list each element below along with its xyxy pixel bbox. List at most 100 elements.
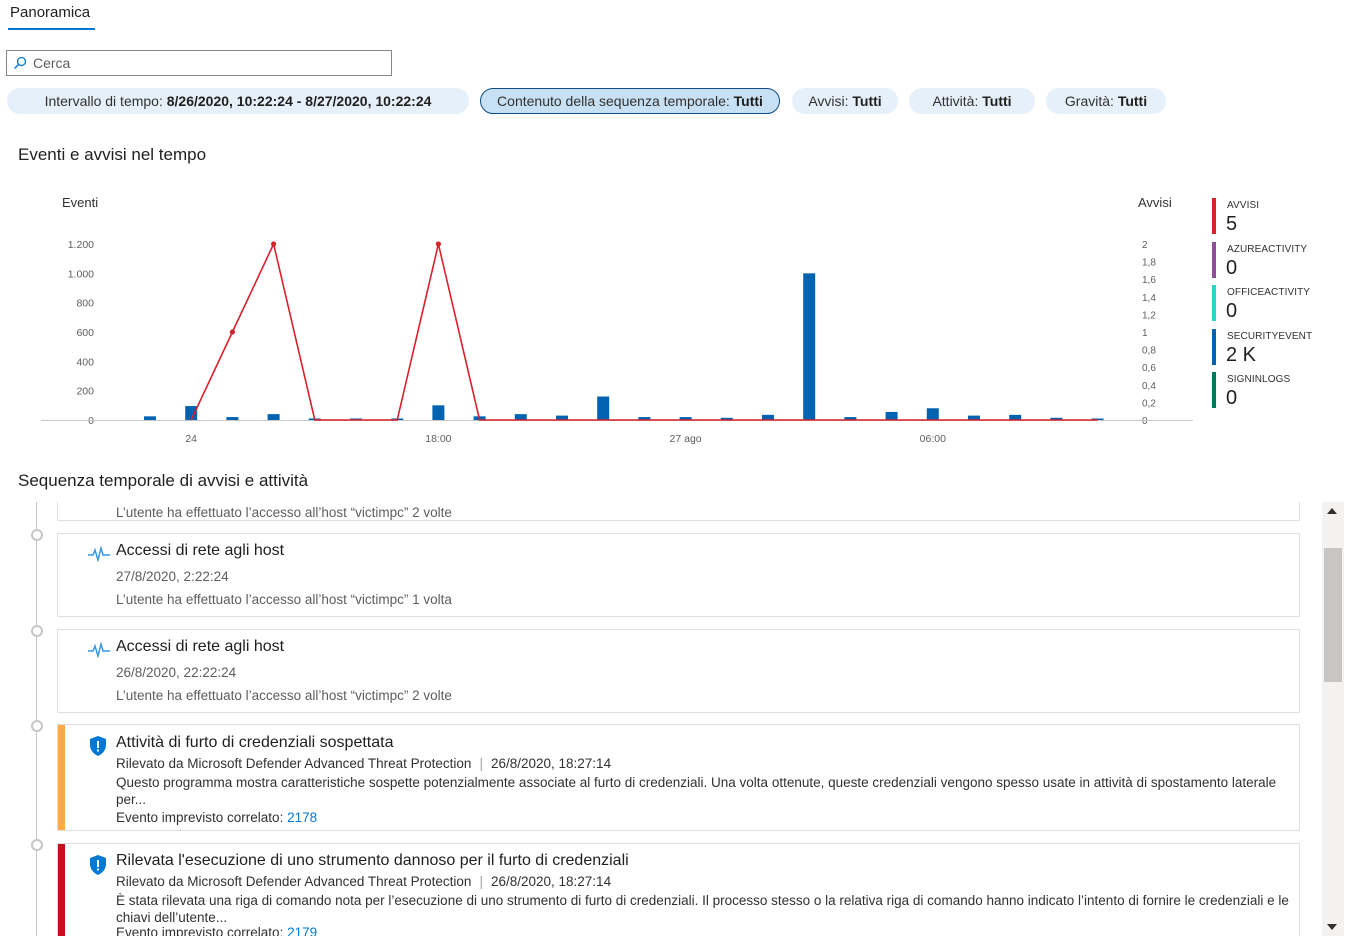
timeline-card-activity[interactable]: Accessi di rete agli host 27/8/2020, 2:2… <box>57 533 1300 617</box>
filter-severity[interactable]: Gravità: Tutti <box>1046 88 1166 114</box>
legend-item-avvisi[interactable]: AVVISI 5 <box>1212 198 1342 238</box>
x-tick-label: 18:00 <box>425 433 451 445</box>
line-avvisi <box>190 241 1098 421</box>
bar-securityevent <box>597 396 610 420</box>
line-marker-avvisi <box>271 241 277 247</box>
card-correlated: Evento imprevisto correlato: 2178 <box>116 810 317 825</box>
timeline-card-activity[interactable]: Accessi di rete agli host 26/8/2020, 22:… <box>57 629 1300 713</box>
legend-color-swatch <box>1212 328 1216 365</box>
bar-securityevent <box>226 417 239 420</box>
card-title: Rilevata l'esecuzione di uno strumento d… <box>116 852 629 869</box>
card-source: Rilevato da Microsoft Defender Advanced … <box>116 874 472 889</box>
filter-activities[interactable]: Attività: Tutti <box>909 88 1035 114</box>
filter-label: Intervallo di tempo: <box>44 93 167 109</box>
timeline-list[interactable]: L’utente ha effettuato l’accesso all’hos… <box>0 502 1322 936</box>
bar-securityevent <box>803 273 816 420</box>
filter-value: Tutti <box>733 93 763 109</box>
y2-tick-label: 1,8 <box>1142 258 1156 269</box>
y-tick-label: 800 <box>76 298 94 310</box>
card-description: Questo programma mostra caratteristiche … <box>116 775 1277 807</box>
timeline-card-alert[interactable]: Attività di furto di credenziali sospett… <box>57 724 1300 831</box>
legend-color-swatch <box>1212 285 1216 321</box>
events-alerts-chart: EventiAvvisi02004006008001.0001.20000,20… <box>41 195 1193 445</box>
tab-panoramica[interactable]: Panoramica <box>10 4 90 21</box>
bar-securityevent <box>432 405 445 420</box>
card-description: L’utente ha effettuato l’accesso all’hos… <box>116 505 452 520</box>
search-box[interactable] <box>6 50 392 76</box>
timeline-section-title: Sequenza temporale di avvisi e attività <box>18 471 309 490</box>
y-tick-label: 200 <box>76 386 94 398</box>
filter-label: Contenuto della sequenza temporale: <box>497 93 734 109</box>
correlated-label: Evento imprevisto correlato: <box>116 925 288 936</box>
timeline-dot <box>31 625 43 637</box>
filter-value: Tutti <box>852 93 882 109</box>
y-tick-label: 600 <box>76 327 94 339</box>
legend-name: AZUREACTIVITY <box>1227 243 1308 255</box>
y2-tick-label: 0,8 <box>1142 346 1156 357</box>
scroll-up-arrow-icon[interactable] <box>1327 508 1337 514</box>
x-tick-label: 24 <box>185 433 197 445</box>
card-description: È stata rilevata una riga di comando not… <box>116 893 1289 925</box>
card-correlated: Evento imprevisto correlato: 2179 <box>116 925 317 936</box>
legend-value: 0 <box>1226 300 1238 322</box>
legend-color-swatch <box>1212 198 1216 234</box>
timeline-scrollbar[interactable] <box>1322 502 1344 936</box>
bar-securityevent <box>926 408 939 420</box>
legend-value: 0 <box>1226 256 1238 279</box>
active-tab-indicator <box>8 28 95 30</box>
x-tick-label: 27 ago <box>670 433 702 445</box>
filter-alerts[interactable]: Avvisi: Tutti <box>792 88 898 114</box>
card-title: Accessi di rete agli host <box>116 542 285 559</box>
legend-value: 2 K <box>1226 343 1257 366</box>
legend-color-swatch <box>1212 241 1216 278</box>
filter-label: Avvisi: <box>808 93 853 109</box>
filter-value: Tutti <box>982 93 1012 109</box>
card-timestamp: 26/8/2020, 18:27:14 <box>490 756 612 771</box>
filter-time-range[interactable]: Intervallo di tempo: 8/26/2020, 10:22:24… <box>7 88 469 114</box>
legend-name: SECURITYEVENT <box>1227 330 1313 342</box>
y-tick-label: 1.000 <box>68 268 94 280</box>
scroll-thumb[interactable] <box>1324 548 1342 682</box>
scroll-down-arrow-icon[interactable] <box>1327 924 1337 930</box>
search-input[interactable] <box>33 53 383 73</box>
filter-label: Gravità: <box>1064 93 1118 109</box>
y2-axis-title: Avvisi <box>1138 195 1172 210</box>
bar-securityevent <box>144 416 156 420</box>
card-description: L’utente ha effettuato l’accesso all’hos… <box>116 688 452 703</box>
card-title: Accessi di rete agli host <box>116 638 285 655</box>
legend-value: 0 <box>1226 387 1238 409</box>
legend-item-signinlogs[interactable]: SIGNINLOGS 0 <box>1212 372 1342 412</box>
line-marker-avvisi <box>435 241 441 247</box>
y2-tick-label: 1,6 <box>1142 275 1156 286</box>
legend-item-officeactivity[interactable]: OFFICEACTIVITY 0 <box>1212 285 1342 325</box>
correlated-incident-link[interactable]: 2179 <box>287 925 317 936</box>
timeline-card-partial[interactable]: L’utente ha effettuato l’accesso all’hos… <box>57 502 1300 521</box>
x-tick-label: 06:00 <box>920 433 946 445</box>
filter-label: Attività: <box>932 93 983 109</box>
y2-tick-label: 0 <box>1142 416 1148 427</box>
timeline-line <box>36 502 37 936</box>
timeline-card-alert[interactable]: Rilevata l'esecuzione di uno strumento d… <box>57 843 1300 936</box>
y-axis-title: Eventi <box>62 195 98 210</box>
network-activity-icon <box>88 642 110 658</box>
y2-tick-label: 2 <box>1142 240 1148 251</box>
y-tick-label: 1.200 <box>68 239 94 251</box>
filter-timeline-content[interactable]: Contenuto della sequenza temporale: Tutt… <box>480 88 780 114</box>
shield-alert-icon <box>90 736 106 756</box>
card-title: Attività di furto di credenziali sospett… <box>116 734 394 751</box>
legend-item-securityevent[interactable]: SECURITYEVENT 2 K <box>1212 328 1342 369</box>
legend-name: AVVISI <box>1227 200 1260 211</box>
legend-name: OFFICEACTIVITY <box>1227 287 1311 298</box>
bar-securityevent <box>885 411 898 420</box>
card-source: Rilevato da Microsoft Defender Advanced … <box>116 756 472 771</box>
chart-section-title: Eventi e avvisi nel tempo <box>18 145 207 164</box>
correlated-incident-link[interactable]: 2178 <box>287 810 317 825</box>
bar-securityevent <box>185 406 198 420</box>
severity-bar <box>58 725 65 830</box>
card-timestamp: 26/8/2020, 22:22:24 <box>116 665 237 680</box>
card-meta: Rilevato da Microsoft Defender Advanced … <box>116 874 612 889</box>
line-marker-avvisi <box>229 329 235 335</box>
y2-tick-label: 1,2 <box>1142 310 1156 321</box>
card-meta: Rilevato da Microsoft Defender Advanced … <box>116 756 612 771</box>
legend-item-azureactivity[interactable]: AZUREACTIVITY 0 <box>1212 241 1342 282</box>
